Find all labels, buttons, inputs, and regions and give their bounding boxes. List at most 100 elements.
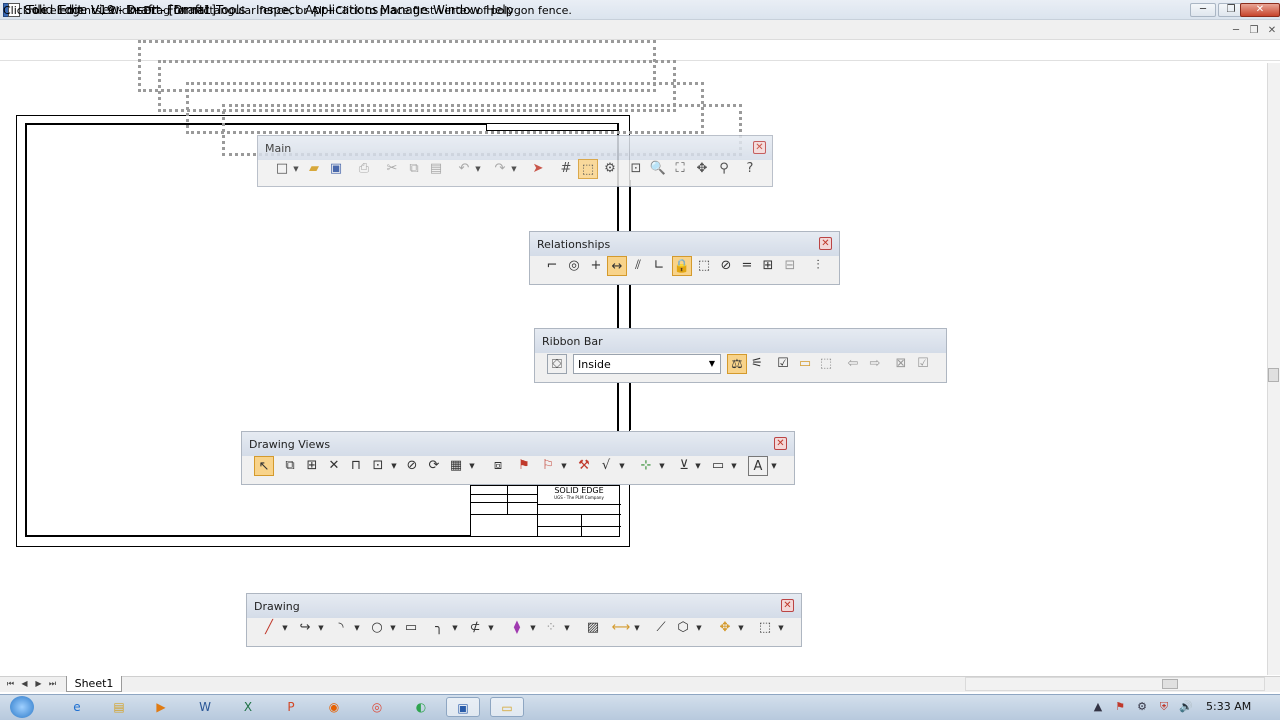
tray-flag-icon[interactable]: ⚑ (1112, 700, 1128, 714)
select-mode-combo[interactable]: Inside ▼ (573, 354, 721, 374)
text-dropdown-icon[interactable]: ▼ (770, 456, 778, 476)
tray-security-icon[interactable]: ⛨ (1156, 700, 1172, 714)
parts-list-dropdown-icon[interactable]: ▼ (468, 456, 476, 476)
drawing-views-toolbar[interactable]: Drawing Views ✕ ↖ ⧉ ⊞ ✕ ⊓ ⊡ ▼ ⊘ ⟳ ▦ ▼ ⧈ … (241, 431, 795, 485)
center-mark-icon[interactable]: ⊹ (636, 456, 656, 476)
volume-icon[interactable]: 🔊 (1178, 700, 1194, 714)
pattern-icon[interactable]: ⁘ (541, 618, 561, 638)
excel-icon[interactable]: X (231, 697, 265, 717)
zoom-icon[interactable]: 🔍 (648, 159, 668, 179)
doc-restore-button[interactable]: ❐ (1247, 24, 1261, 37)
draft-view-icon[interactable]: ⧈ (488, 456, 508, 476)
start-button[interactable] (10, 696, 34, 718)
ie-icon[interactable]: e (60, 697, 94, 717)
next-icon[interactable]: ⇨ (865, 354, 885, 374)
view-wizard-icon[interactable]: ⧉ (280, 456, 300, 476)
fit-icon[interactable]: ⛶ (670, 159, 690, 179)
dimension-dropdown-icon[interactable]: ▼ (633, 618, 641, 638)
next-sheet-icon[interactable]: ▶ (32, 678, 45, 690)
prev-sheet-icon[interactable]: ◀ (18, 678, 31, 690)
perpendicular-icon[interactable]: ∟ (649, 256, 669, 276)
update-views-icon[interactable]: ⟳ (424, 456, 444, 476)
trim-icon[interactable]: ⊄ (465, 618, 485, 638)
copy-icon[interactable]: ⧉ (404, 159, 424, 179)
close-window-button[interactable]: ✕ (1240, 3, 1280, 17)
pattern-dropdown-icon[interactable]: ▼ (563, 618, 571, 638)
symmetry-axis-icon[interactable]: ⊟ (780, 256, 800, 276)
datum-dropdown-icon[interactable]: ▼ (694, 456, 702, 476)
pan-icon[interactable]: ✥ (692, 159, 712, 179)
undo-dropdown-icon[interactable]: ▼ (474, 159, 482, 179)
undo-icon[interactable]: ↶ (454, 159, 474, 179)
fcf-dropdown-icon[interactable]: ▼ (730, 456, 738, 476)
equal-icon[interactable]: = (737, 256, 757, 276)
save-icon[interactable]: ▣ (326, 159, 346, 179)
properties-icon[interactable]: ⚙ (600, 159, 620, 179)
circle-dropdown-icon[interactable]: ▼ (389, 618, 397, 638)
cancel-selection-icon[interactable]: ⊠ (891, 354, 911, 374)
tangent-icon[interactable]: ⊘ (716, 256, 736, 276)
arc-dropdown-icon[interactable]: ▼ (353, 618, 361, 638)
relationships-toolbar-close-button[interactable]: ✕ (819, 237, 832, 250)
select-tool-icon[interactable]: ↖ (254, 456, 274, 476)
scale-icon[interactable]: ⬚ (755, 618, 775, 638)
tray-expand-icon[interactable]: ▲ (1090, 700, 1106, 714)
grid-icon[interactable]: # (556, 159, 576, 179)
select-mode-icon[interactable]: ⚖ (727, 354, 747, 374)
move-dropdown-icon[interactable]: ▼ (737, 618, 745, 638)
fence-overlap-icon[interactable]: ⬚ (816, 354, 836, 374)
magnifier-icon[interactable]: ⚲ (714, 159, 734, 179)
callout-icon[interactable]: ⚑ (514, 456, 534, 476)
symmetric-icon[interactable]: ⊞ (758, 256, 778, 276)
print-icon[interactable]: ⎙ (354, 159, 374, 179)
doc-minimize-button[interactable]: ─ (1229, 24, 1243, 37)
mirror-dropdown-icon[interactable]: ▼ (529, 618, 537, 638)
section-view-icon[interactable]: ⊡ (368, 456, 388, 476)
weld-symbol-icon[interactable]: ⚒ (574, 456, 594, 476)
fill-icon[interactable]: ▨ (583, 618, 603, 638)
detail-view-icon[interactable]: ⊓ (346, 456, 366, 476)
drawing-toolbar-header[interactable] (247, 594, 801, 618)
new-dropdown-icon[interactable]: ▼ (292, 159, 300, 179)
main-toolbar[interactable]: Main ✕ □ ▼ ▰ ▣ ⎙ ✂ ⧉ ▤ ↶ ▼ ↷ ▼ ➤ # ⬚ ⚙ ⊡… (257, 135, 773, 187)
accept-icon[interactable]: ☑ (773, 354, 793, 374)
new-icon[interactable]: □ (272, 159, 292, 179)
mirror-icon[interactable]: ⧫ (507, 618, 527, 638)
media-player-icon[interactable]: ▶ (144, 697, 178, 717)
fillet-icon[interactable]: ╮ (429, 618, 449, 638)
circle-icon[interactable]: ○ (367, 618, 387, 638)
trim-dropdown-icon[interactable]: ▼ (487, 618, 495, 638)
help-icon[interactable]: ? (740, 159, 760, 179)
scale-dropdown-icon[interactable]: ▼ (777, 618, 785, 638)
camtasia-icon[interactable]: ◐ (404, 697, 438, 717)
section-dropdown-icon[interactable]: ▼ (390, 456, 398, 476)
curve-dropdown-icon[interactable]: ▼ (317, 618, 325, 638)
main-toolbar-header[interactable] (258, 136, 772, 160)
ribbon-toggle-icon[interactable]: ⬚ (578, 159, 598, 179)
parallel-icon[interactable]: ⫽ (628, 256, 648, 276)
principal-view-icon[interactable]: ⊞ (302, 456, 322, 476)
doc-close-button[interactable]: ✕ (1265, 24, 1279, 37)
parts-list-icon[interactable]: ▦ (446, 456, 466, 476)
move-icon[interactable]: ✥ (715, 618, 735, 638)
surface-dropdown-icon[interactable]: ▼ (618, 456, 626, 476)
connect-icon[interactable]: ⌐ (542, 256, 562, 276)
zoom-area-icon[interactable]: ⊡ (626, 159, 646, 179)
redo-icon[interactable]: ↷ (490, 159, 510, 179)
rigid-set-icon[interactable]: ⬚ (694, 256, 714, 276)
line-icon[interactable]: ╱ (259, 618, 279, 638)
chevron-down-icon[interactable]: ▼ (706, 357, 718, 371)
line-dropdown-icon[interactable]: ▼ (281, 618, 289, 638)
3d-icon[interactable]: ⬡ (673, 618, 693, 638)
dimension-icon[interactable]: ⟷ (611, 618, 631, 638)
redo-dropdown-icon[interactable]: ▼ (510, 159, 518, 179)
datum-icon[interactable]: ⊻ (674, 456, 694, 476)
concentric-icon[interactable]: ◎ (564, 256, 584, 276)
taskbar-clock[interactable]: 5:33 AM (1206, 700, 1251, 713)
open-icon[interactable]: ▰ (304, 159, 324, 179)
auxiliary-view-icon[interactable]: ✕ (324, 456, 344, 476)
balloon-dropdown-icon[interactable]: ▼ (560, 456, 568, 476)
horizontal-scrollbar[interactable] (965, 677, 1265, 691)
word-icon[interactable]: W (188, 697, 222, 717)
feature-control-icon[interactable]: ▭ (708, 456, 728, 476)
